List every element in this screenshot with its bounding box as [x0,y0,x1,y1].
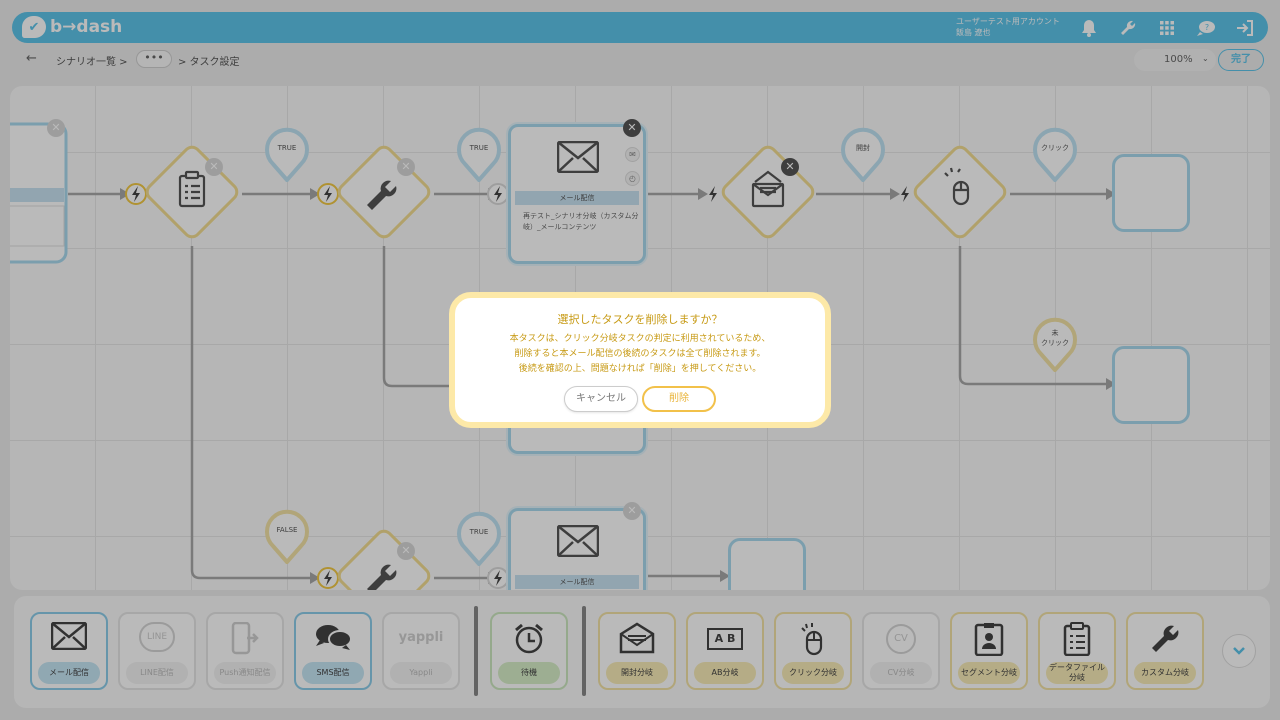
cancel-button[interactable]: キャンセル [564,386,638,412]
dialog-message-line: 後続を確認の上、問題なければ「削除」を押してください。 [518,364,762,374]
dialog-message: 本タスクは、クリック分岐タスクの判定に利用されているため、 削除すると本メール配… [455,332,825,377]
delete-button[interactable]: 削除 [642,386,716,412]
delete-confirm-dialog: 選択したタスクを削除しますか？ 本タスクは、クリック分岐タスクの判定に利用されて… [449,292,831,428]
dialog-message-line: 削除すると本メール配信の後続のタスクは全て削除されます。 [514,349,766,359]
dialog-title: 選択したタスクを削除しますか？ [557,313,723,326]
dialog-message-line: 本タスクは、クリック分岐タスクの判定に利用されているため、 [509,334,771,344]
